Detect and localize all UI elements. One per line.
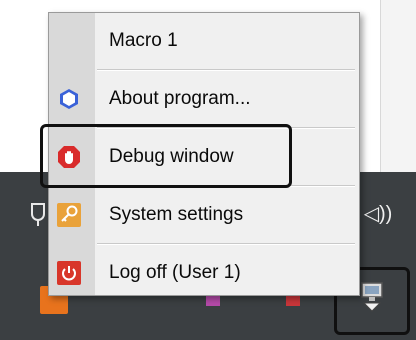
menu-highlight-box (40, 124, 292, 188)
menu-item-log-off[interactable]: Log off (User 1) (49, 245, 359, 301)
power-icon (57, 261, 81, 285)
tray-usb-icon[interactable] (28, 200, 48, 226)
menu-item-about-program[interactable]: About program... (49, 71, 359, 127)
menu-item-macro-1[interactable]: Macro 1 (49, 13, 359, 69)
tray-volume-icon[interactable]: ◁)) (358, 200, 398, 228)
background-window-scrollbar[interactable] (380, 0, 416, 172)
menu-item-label: Macro 1 (109, 30, 178, 51)
menu-item-system-settings[interactable]: System settings (49, 187, 359, 243)
menu-item-label: About program... (109, 88, 251, 109)
menu-item-label: Log off (User 1) (109, 262, 241, 283)
menu-item-label: System settings (109, 204, 244, 225)
hexagon-icon (57, 87, 81, 111)
tray-network-icon[interactable] (358, 281, 386, 313)
key-icon (57, 203, 81, 227)
